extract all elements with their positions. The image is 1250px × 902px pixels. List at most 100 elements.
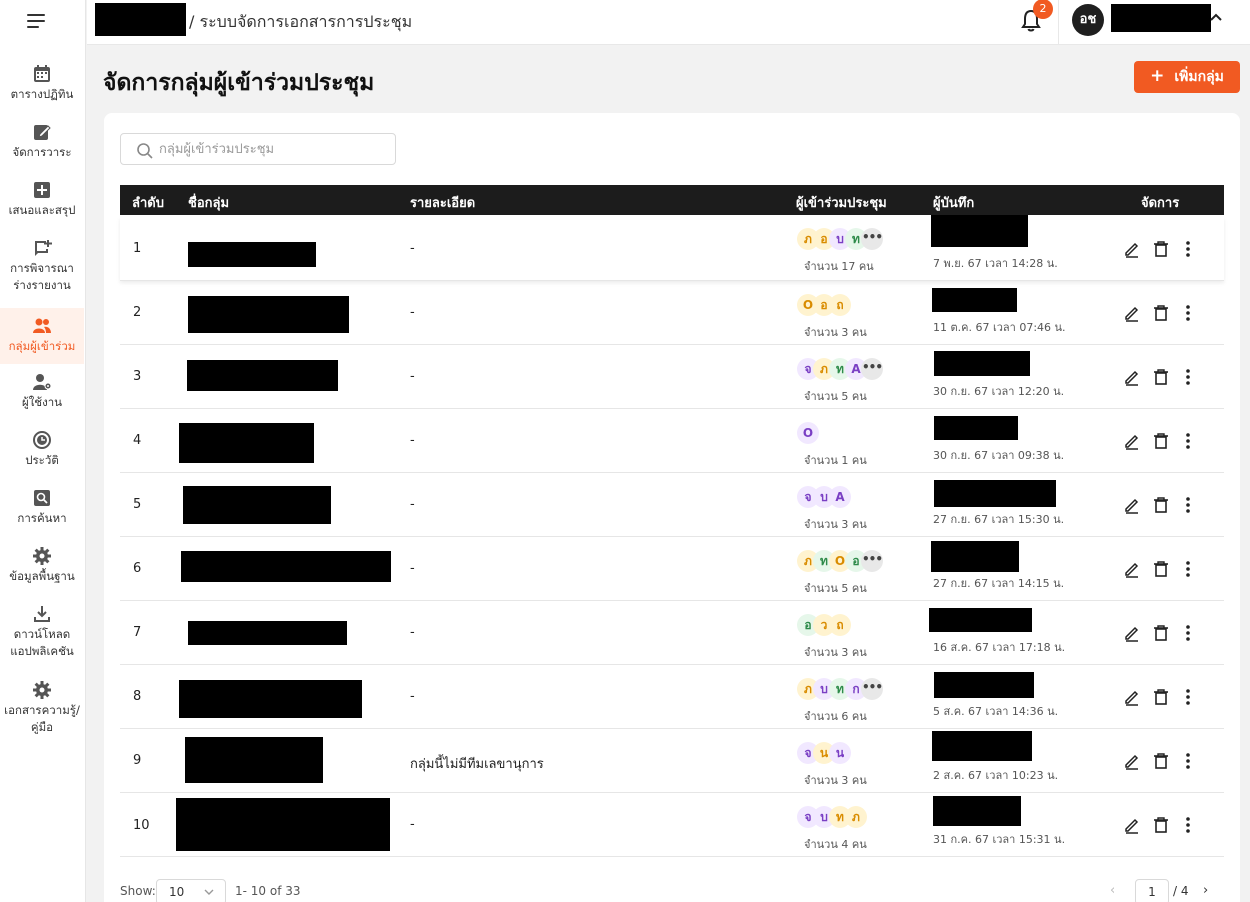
more-vertical-icon[interactable] [1179,624,1197,642]
participant-avatar: ภ [845,806,867,828]
table-row[interactable]: 4 - O จำนวน 1 คน 30 ก.ย. 67 เวลา 09:38 น. [120,409,1224,473]
more-participants-icon[interactable]: ••• [861,678,883,700]
trash-icon[interactable] [1152,368,1170,386]
more-vertical-icon[interactable] [1179,304,1197,322]
group-icon [33,318,51,333]
row-number: 8 [133,689,142,704]
more-vertical-icon[interactable] [1179,496,1197,514]
page-input[interactable]: 1 [1135,879,1169,902]
more-vertical-icon[interactable] [1179,368,1197,386]
trash-icon[interactable] [1152,688,1170,706]
edit-icon[interactable] [1123,304,1141,322]
sidebar-item-label: ดาวน์โหลดแอปพลิเคชัน [10,627,74,658]
table-row[interactable]: 2- O อถจำนวน 3 คน 11 ต.ค. 67 เวลา 07:46 น. [120,281,1224,345]
username-redacted[interactable] [1111,4,1211,32]
page-size-select[interactable]: 10 [156,879,226,902]
recorder-redacted [933,796,1021,826]
sidebar-item-history[interactable]: ประวัติ [0,430,84,476]
sidebar-item-groups[interactable]: กลุ่มผู้เข้าร่วม [0,308,84,364]
edit-icon[interactable] [1123,752,1141,770]
table-row[interactable]: 8- ภบทก ••• จำนวน 6 คน 5 ส.ค. 67 เวลา 14:36 … [120,665,1224,729]
menu-icon[interactable] [27,14,47,30]
trash-icon[interactable] [1152,816,1170,834]
trash-icon[interactable] [1152,240,1170,258]
header-divider [1058,0,1059,45]
recorder-redacted [932,288,1017,312]
more-vertical-icon[interactable] [1179,560,1197,578]
edit-icon[interactable] [1123,496,1141,514]
row-number: 3 [133,369,142,384]
sidebar-item-search[interactable]: การค้นหา [0,488,84,534]
edit-icon[interactable] [1123,816,1141,834]
table-row[interactable]: 7- อวถจำนวน 3 คน 16 ส.ค. 67 เวลา 17:18 น. [120,601,1224,665]
chevron-up-icon[interactable] [1209,12,1223,22]
search-icon [137,143,153,159]
trash-icon[interactable] [1152,496,1170,514]
search-input[interactable] [159,138,389,160]
table-row[interactable]: 6- ภท O อ ••• จำนวน 5 คน 27 ก.ย. 67 เวลา 14:15… [120,537,1224,601]
sidebar-item-review[interactable]: การพิจารณาร่างรายงาน [0,238,84,302]
participant-count: จำนวน 3 คน [804,774,867,787]
col-header-detail: รายละเอียด [410,196,476,211]
participant-count: จำนวน 5 คน [804,390,867,403]
add-group-button[interactable]: + เพิ่มกลุ่ม [1134,61,1240,93]
group-name-redacted [183,486,331,524]
recorded-date: 11 ต.ค. 67 เวลา 07:46 น. [933,321,1066,334]
sidebar-item-download[interactable]: ดาวน์โหลดแอปพลิเคชัน [0,604,84,668]
recorded-date: 30 ก.ย. 67 เวลา 12:20 น. [933,385,1065,398]
edit-icon[interactable] [1123,624,1141,642]
trash-icon[interactable] [1152,752,1170,770]
prev-page-icon[interactable]: ‹ [1110,883,1115,898]
trash-icon[interactable] [1152,432,1170,450]
table-row[interactable]: 3- จภท A ••• จำนวน 5 คน 30 ก.ย. 67 เวลา 12:20… [120,345,1224,409]
sidebar-item-users[interactable]: ผู้ใช้งาน [0,372,84,418]
edit-icon[interactable] [1123,240,1141,258]
gear-icon [33,681,51,699]
edit-icon[interactable] [1123,560,1141,578]
recorded-date: 27 ก.ย. 67 เวลา 14:15 น. [933,577,1065,590]
sidebar-item-propose[interactable]: เสนอและสรุป [0,180,84,226]
edit-agenda-icon [34,125,51,140]
participant-count: จำนวน 4 คน [804,838,867,851]
breadcrumb: / ระบบจัดการเอกสารการประชุม [189,12,413,31]
trash-icon[interactable] [1152,304,1170,322]
sidebar-item-label: การค้นหา [17,511,67,525]
row-detail: กลุ่มนี้ไม่มีทีมเลขานุการ [410,757,544,772]
row-number: 2 [133,305,142,320]
next-page-icon[interactable]: › [1203,883,1208,898]
more-vertical-icon[interactable] [1179,816,1197,834]
row-detail: - [410,689,415,704]
sidebar-item-agenda[interactable]: จัดการวาระ [0,122,84,168]
add-box-icon [34,182,50,198]
more-vertical-icon[interactable] [1179,240,1197,258]
brand-redacted [95,3,186,36]
group-name-redacted [188,621,347,645]
edit-icon[interactable] [1123,432,1141,450]
search-box[interactable] [120,133,396,165]
user-settings-icon [33,374,52,390]
table-row[interactable]: 1- ภอบท ••• จำนวน 17 คน 7 พ.ย. 67 เวลา 14:28… [120,215,1224,281]
add-group-label: เพิ่มกลุ่ม [1174,69,1224,85]
more-vertical-icon[interactable] [1179,752,1197,770]
avatar[interactable]: อช [1072,4,1104,36]
table-row[interactable]: 5- จบ A จำนวน 3 คน 27 ก.ย. 67 เวลา 15:30 น. [120,473,1224,537]
sidebar-item-basic-data[interactable]: ข้อมูลพื้นฐาน [0,546,84,592]
sidebar-item-calendar[interactable]: ตารางปฏิทิน [0,64,84,110]
more-vertical-icon[interactable] [1179,432,1197,450]
edit-icon[interactable] [1123,368,1141,386]
table-row[interactable]: 9 กลุ่มนี้ไม่มีทีมเลขานุการจนนจำนวน 3 คน 2… [120,729,1224,793]
more-participants-icon[interactable]: ••• [861,358,883,380]
show-label: Show: [120,884,156,898]
more-participants-icon[interactable]: ••• [861,228,883,250]
edit-icon[interactable] [1123,688,1141,706]
plus-icon: + [1150,66,1165,86]
trash-icon[interactable] [1152,560,1170,578]
table-row[interactable]: 10- จบทภจำนวน 4 คน 31 ก.ค. 67 เวลา 15:31 น… [120,793,1224,857]
more-participants-icon[interactable]: ••• [861,550,883,572]
recorder-redacted [934,351,1030,376]
group-name-redacted [188,242,316,267]
sidebar-item-knowledge[interactable]: เอกสารความรู้/คู่มือ [0,680,84,744]
recorder-redacted [931,541,1019,572]
trash-icon[interactable] [1152,624,1170,642]
more-vertical-icon[interactable] [1179,688,1197,706]
